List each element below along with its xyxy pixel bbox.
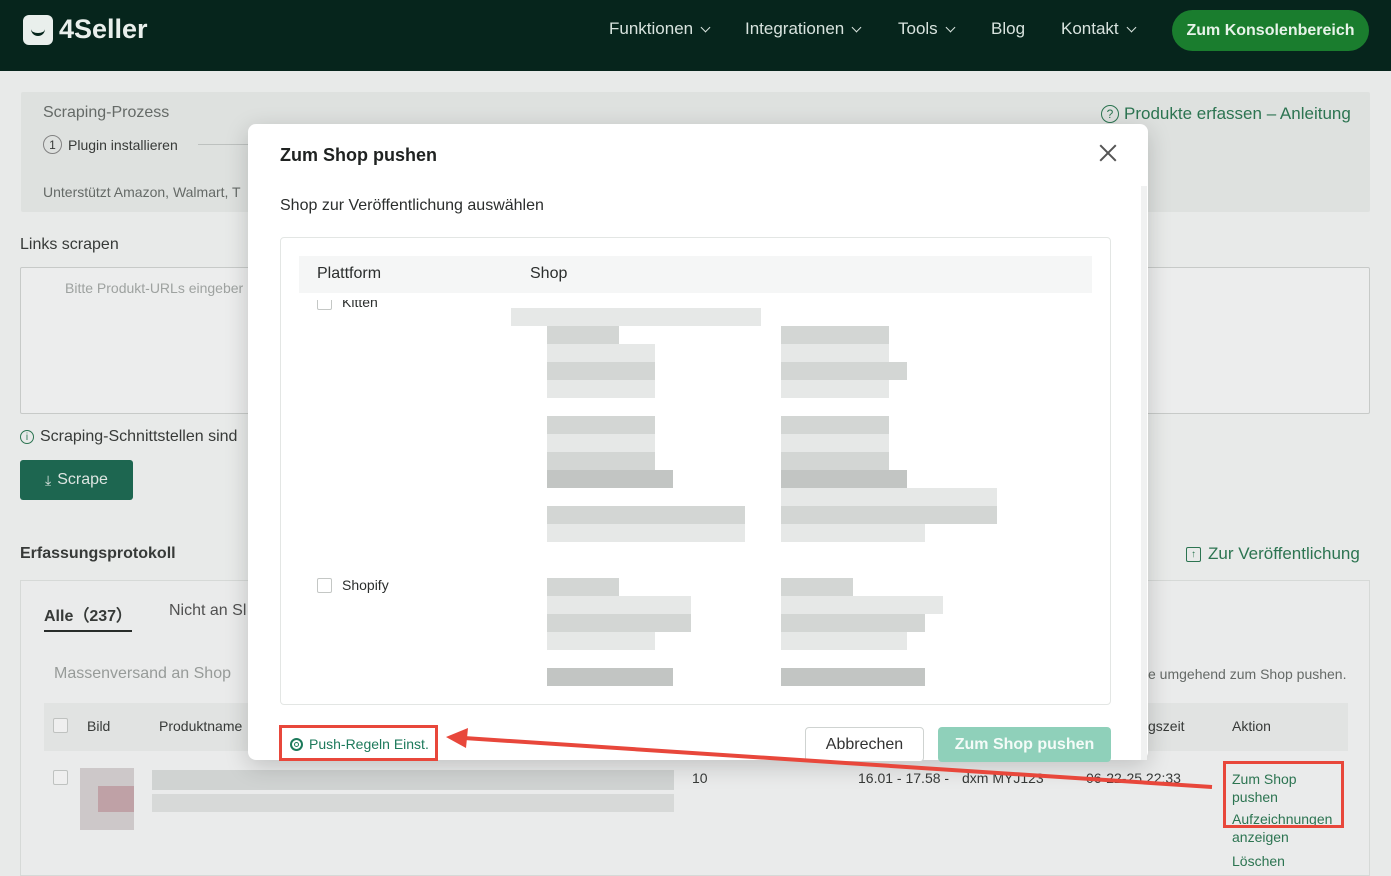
annotation-arrow [446,728,1213,789]
